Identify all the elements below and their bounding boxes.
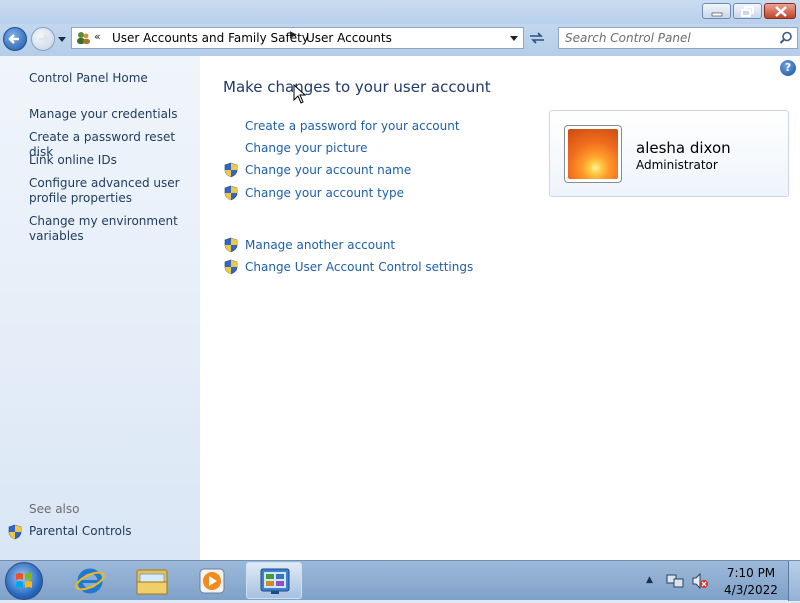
task-create-password[interactable]: Create a password for your account [245,119,460,133]
network-icon[interactable] [666,572,684,590]
search-icon[interactable] [779,31,793,45]
restore-button[interactable] [733,3,762,19]
mouse-cursor-icon [293,84,307,104]
sidebar-link-manage-credentials[interactable]: Manage your credentials [29,107,194,122]
start-button[interactable] [5,562,43,600]
main-content: ? Make changes to your user account Crea… [200,56,800,560]
uac-shield-icon [224,162,238,178]
control-panel-icon [260,568,290,594]
volume-muted-icon[interactable] [691,572,709,590]
sidebar: Control Panel Home Manage your credentia… [0,56,200,560]
close-button[interactable] [764,3,796,19]
internet-explorer-icon [75,568,105,594]
uac-shield-icon [224,259,238,275]
breadcrumb-overflow[interactable]: « [94,30,101,43]
windows-logo-icon [16,573,32,588]
breadcrumb-user-accounts[interactable]: User Accounts [306,31,392,45]
address-bar[interactable]: « User Accounts and Family Safety ▶ User… [71,27,524,49]
clock-time[interactable]: 7:10 PM [720,566,782,580]
title-bar [0,0,800,24]
navigation-bar: « User Accounts and Family Safety ▶ User… [0,24,800,56]
help-icon[interactable]: ? [780,60,796,76]
taskbar-windows-explorer[interactable] [124,562,180,599]
sidebar-link-environment-variables[interactable]: Change my environment variables [29,214,194,244]
see-also-heading: See also [29,502,80,516]
close-icon [775,6,787,17]
address-dropdown-icon[interactable] [509,31,519,45]
uac-shield-icon [8,524,22,540]
taskbar-internet-explorer[interactable] [62,562,118,599]
uac-shield-icon [224,237,238,253]
sidebar-link-online-ids[interactable]: Link online IDs [29,153,194,168]
taskbar-control-panel[interactable] [246,562,302,599]
page-title: Make changes to your user account [223,78,491,96]
restore-icon [741,6,754,17]
recent-pages-dropdown-icon[interactable] [58,33,66,45]
task-change-uac-settings[interactable]: Change User Account Control settings [245,260,473,274]
refresh-icon[interactable] [527,29,547,47]
taskbar-windows-media-player[interactable] [184,562,240,599]
breadcrumb-separator[interactable]: ▶ [290,30,297,40]
media-player-icon [199,568,225,594]
user-role: Administrator [636,158,718,172]
sidebar-link-advanced-profile-properties[interactable]: Configure advanced user profile properti… [29,176,194,206]
forward-arrow-icon [39,34,50,44]
search-box[interactable] [558,27,798,49]
breadcrumb-user-accounts-and-family-safety[interactable]: User Accounts and Family Safety [112,31,309,45]
uac-shield-icon [224,185,238,201]
forward-button[interactable] [31,27,55,51]
back-button[interactable] [3,27,27,51]
sidebar-link-control-panel-home[interactable]: Control Panel Home [29,71,194,86]
clock-date[interactable]: 4/3/2022 [720,583,782,597]
show-hidden-icons-button[interactable]: ▲ [646,575,653,585]
back-arrow-icon [8,34,19,44]
task-change-account-type[interactable]: Change your account type [245,186,404,200]
task-manage-another-account[interactable]: Manage another account [245,238,395,252]
user-account-tile: alesha dixon Administrator [549,110,789,197]
show-desktop-button[interactable] [788,561,800,601]
minimize-icon [711,12,723,17]
task-change-picture[interactable]: Change your picture [245,141,367,155]
taskbar: ▲ 7:10 PM 4/3/2022 [0,560,800,601]
minimize-button[interactable] [702,3,731,19]
user-accounts-icon [77,32,90,44]
search-input[interactable] [565,31,765,45]
sidebar-link-parental-controls[interactable]: Parental Controls [29,524,194,539]
avatar[interactable] [564,125,622,183]
task-change-account-name[interactable]: Change your account name [245,163,411,177]
user-name: alesha dixon [636,139,731,157]
user-picture-flower-icon [568,129,618,179]
folder-icon [136,569,168,595]
